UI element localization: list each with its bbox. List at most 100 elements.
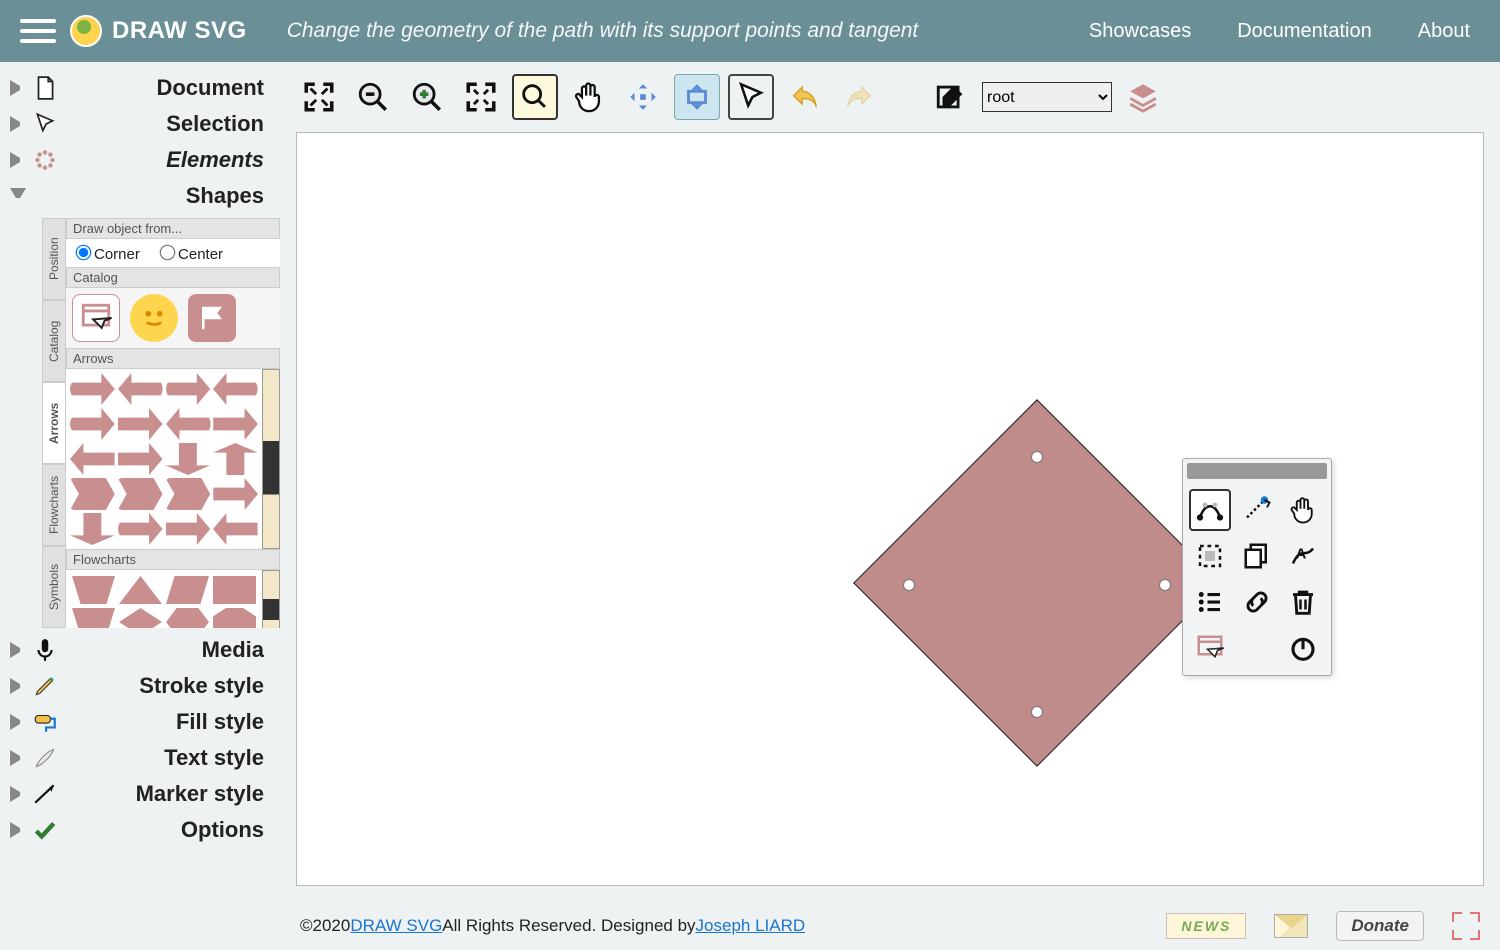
news-badge[interactable]: NEWS [1166,913,1246,939]
flowchart-shape[interactable] [166,576,209,604]
canvas[interactable]: A [296,132,1484,886]
resize-handle[interactable] [1159,579,1171,591]
nav-documentation[interactable]: Documentation [1237,20,1372,43]
flowchart-shape[interactable] [72,608,115,628]
arrow-shape[interactable] [166,478,211,510]
context-toolbar[interactable]: A [1182,458,1332,676]
vtab-flowcharts[interactable]: Flowcharts [42,464,66,546]
nav-showcases[interactable]: Showcases [1089,20,1191,43]
arrow-shape[interactable] [70,513,115,545]
roller-icon [32,709,58,735]
sidebar-item-label: Elements [68,147,270,173]
flowcharts-scrollbar[interactable] [262,570,280,628]
fullscreen-icon[interactable] [1452,912,1480,940]
radio-center-input[interactable] [160,245,176,261]
power-icon[interactable] [1282,627,1324,669]
arrows-grid [66,369,262,549]
arrow-shape[interactable] [166,513,211,545]
layers-icon[interactable] [1120,74,1166,120]
footer-site-link[interactable]: DRAW SVG [350,916,442,936]
resize-handle[interactable] [1031,706,1043,718]
edit-path-icon[interactable] [1189,489,1231,531]
arrow-shape[interactable] [118,443,163,475]
mail-icon[interactable] [1274,914,1308,938]
catalog-window-icon[interactable] [72,294,120,342]
flowchart-shape[interactable] [213,576,256,604]
sidebar-item-document[interactable]: Document [0,70,280,106]
arrow-shape[interactable] [118,408,163,440]
sidebar-item-selection[interactable]: Selection [0,106,280,142]
footer-author-link[interactable]: Joseph LIARD [696,916,806,936]
trash-icon[interactable] [1282,581,1324,623]
zoom-out-icon[interactable] [350,74,396,120]
catalog-smiley-icon[interactable] [130,294,178,342]
radio-corner-input[interactable] [76,245,92,261]
arrow-shape[interactable] [118,513,163,545]
zoom-in-icon[interactable] [404,74,450,120]
arrow-shape[interactable] [213,373,258,405]
arrow-shape[interactable] [166,373,211,405]
menu-icon[interactable] [20,13,56,49]
catalog-window-icon[interactable] [1189,627,1231,669]
arrow-shape[interactable] [213,443,258,475]
sidebar-item-elements[interactable]: Elements [0,142,280,178]
sidebar-item-fill-style[interactable]: Fill style [0,704,280,740]
move-icon[interactable] [620,74,666,120]
fit-screen-icon[interactable] [296,74,342,120]
vtab-position[interactable]: Position [42,218,66,300]
redo-icon[interactable] [836,74,882,120]
flowchart-shape[interactable] [119,576,162,604]
arrow-shape[interactable] [166,443,211,475]
link-icon[interactable] [1236,581,1278,623]
sidebar-item-options[interactable]: Options [0,812,280,848]
selection-box-icon[interactable] [1189,535,1231,577]
hand-icon[interactable] [1282,489,1324,531]
flowchart-shape[interactable] [166,608,209,628]
main: root A [280,62,1500,902]
flowchart-shape[interactable] [213,608,256,628]
arrow-shape[interactable] [70,408,115,440]
select-cursor-icon[interactable] [728,74,774,120]
undo-icon[interactable] [782,74,828,120]
arrow-shape[interactable] [118,478,163,510]
flowchart-shape[interactable] [72,576,115,604]
sidebar-item-media[interactable]: Media [0,632,280,668]
edit-icon[interactable] [928,74,974,120]
arrow-shape[interactable] [166,408,211,440]
sidebar-item-label: Marker style [68,781,270,807]
zoom-area-icon[interactable] [512,74,558,120]
zoom-fit-icon[interactable] [458,74,504,120]
resize-vertical-icon[interactable] [674,74,720,120]
vtab-arrows[interactable]: Arrows [42,382,66,464]
transform-icon[interactable] [1236,489,1278,531]
nav-about[interactable]: About [1418,20,1470,43]
context-toolbar-drag-handle[interactable] [1187,463,1327,479]
arrow-shape[interactable] [70,443,115,475]
radio-corner[interactable]: Corner [72,246,140,263]
arrow-shape[interactable] [118,373,163,405]
text-path-icon[interactable]: A [1282,535,1324,577]
sidebar-item-marker-style[interactable]: Marker style [0,776,280,812]
arrow-shape[interactable] [70,373,115,405]
arrow-shape[interactable] [70,478,115,510]
radio-center[interactable]: Center [156,246,223,263]
arrows-scrollbar[interactable] [262,369,280,549]
sidebar-item-stroke-style[interactable]: Stroke style [0,668,280,704]
root-select[interactable]: root [982,82,1112,112]
vtab-catalog[interactable]: Catalog [42,300,66,382]
arrow-shape[interactable] [213,513,258,545]
sidebar-item-shapes[interactable]: Shapes [0,178,280,214]
donate-button[interactable]: Donate [1336,911,1424,941]
resize-handle[interactable] [903,579,915,591]
vtab-symbols[interactable]: Symbols [42,546,66,628]
sidebar-item-label: Shapes [68,183,270,209]
flowchart-shape[interactable] [119,608,162,628]
arrow-shape[interactable] [213,478,258,510]
arrow-shape[interactable] [213,408,258,440]
list-icon[interactable] [1189,581,1231,623]
catalog-flag-icon[interactable] [188,294,236,342]
sidebar-item-text-style[interactable]: Text style [0,740,280,776]
resize-handle[interactable] [1031,451,1043,463]
pan-hand-icon[interactable] [566,74,612,120]
copy-icon[interactable] [1236,535,1278,577]
